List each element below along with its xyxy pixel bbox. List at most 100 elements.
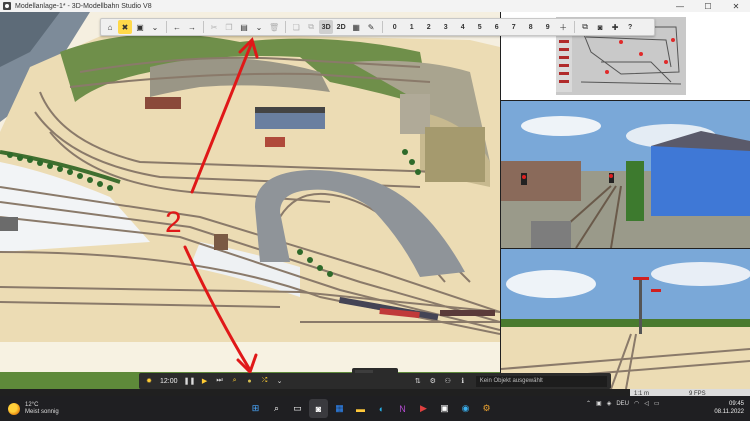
settings-button[interactable]: ⚙ bbox=[427, 375, 439, 387]
clock-date: 08.11.2022 bbox=[714, 409, 744, 415]
calendar-app-button[interactable]: ▦ bbox=[330, 399, 349, 418]
info-icon: ℹ bbox=[461, 378, 465, 385]
view-2d-button[interactable]: 2D bbox=[334, 20, 348, 34]
paste-button[interactable]: ▤ bbox=[237, 20, 251, 34]
media-icon: ▶ bbox=[420, 403, 427, 413]
settings-app-button[interactable]: ⚙ bbox=[477, 399, 496, 418]
play-button[interactable]: ▶ bbox=[199, 375, 211, 387]
layer-3-button[interactable]: 3 bbox=[437, 24, 454, 31]
group-icon: ⧉ bbox=[308, 22, 315, 31]
paste-menu-button[interactable]: ⌄ bbox=[252, 20, 266, 34]
add-layer-button[interactable]: ＋ bbox=[556, 20, 570, 34]
media-app-button[interactable]: ▶ bbox=[414, 399, 433, 418]
search-icon: ⌕ bbox=[273, 403, 280, 413]
snap-button[interactable]: ✎ bbox=[364, 20, 378, 34]
volume-icon[interactable]: ◁ bbox=[644, 400, 649, 407]
scissors-icon: ✂ bbox=[210, 22, 218, 32]
taskbar-clock[interactable]: 09:45 08.11.2022 bbox=[712, 400, 744, 416]
fast-forward-icon: ⏭ bbox=[216, 377, 223, 384]
info-button[interactable]: ℹ bbox=[457, 375, 469, 387]
redo-button[interactable]: → bbox=[185, 20, 199, 34]
save-menu-button[interactable]: ⌄ bbox=[148, 20, 162, 34]
title-bar[interactable]: Modellanlage-1* - 3D-Modellbahn Studio V… bbox=[0, 0, 750, 12]
events-button[interactable]: ⚇ bbox=[442, 375, 454, 387]
layer-1-button[interactable]: 1 bbox=[403, 24, 420, 31]
edge-app-button[interactable]: ◐ bbox=[372, 399, 391, 418]
save-icon: ▣ bbox=[136, 22, 144, 32]
view-3d-button[interactable]: 3D bbox=[319, 20, 334, 34]
weather-widget[interactable]: 12°C Meist sonnig bbox=[0, 402, 120, 416]
tray-shield-icon[interactable]: ◈ bbox=[607, 400, 612, 407]
cut-button[interactable]: ✂ bbox=[207, 20, 221, 34]
close-button[interactable]: ✕ bbox=[722, 0, 750, 12]
search-button[interactable]: ⌕ bbox=[229, 375, 241, 387]
camera-view-1[interactable] bbox=[501, 101, 750, 248]
layer-4-button[interactable]: 4 bbox=[454, 24, 471, 31]
properties-button[interactable]: ⇅ bbox=[412, 375, 424, 387]
undo-button[interactable]: ← bbox=[170, 20, 184, 34]
save-button[interactable]: ▣ bbox=[133, 20, 147, 34]
layer-6-button[interactable]: 6 bbox=[488, 24, 505, 31]
sun-icon bbox=[8, 402, 20, 415]
fast-forward-button[interactable]: ⏭ bbox=[214, 375, 226, 387]
modellbahn-app-button[interactable]: ◙ bbox=[309, 399, 328, 418]
layer-7-button[interactable]: 7 bbox=[505, 24, 522, 31]
toolbar-separator bbox=[574, 21, 576, 33]
sliders-icon: ⇅ bbox=[414, 378, 421, 385]
layer-2-button[interactable]: 2 bbox=[420, 24, 437, 31]
chevron-down-icon: ⌄ bbox=[276, 378, 283, 385]
pause-button[interactable]: ❚❚ bbox=[184, 375, 196, 387]
layer-9-button[interactable]: 9 bbox=[539, 24, 556, 31]
layer-8-button[interactable]: 8 bbox=[522, 24, 539, 31]
main-3d-viewport[interactable]: 2 bbox=[0, 12, 500, 389]
minimize-button[interactable]: — bbox=[666, 0, 694, 12]
selection-status: Kein Objekt ausgewählt bbox=[475, 375, 607, 387]
tray-app-icon[interactable]: ▣ bbox=[596, 400, 602, 407]
camera-button[interactable]: ◙ bbox=[593, 20, 607, 34]
layer-5-button[interactable]: 5 bbox=[471, 24, 488, 31]
language-indicator[interactable]: DEU bbox=[616, 401, 629, 407]
search-icon: ⌕ bbox=[232, 377, 237, 384]
train-app-button[interactable]: ▣ bbox=[435, 399, 454, 418]
temperature: 12°C bbox=[25, 401, 39, 408]
pause-icon: ❚❚ bbox=[183, 378, 196, 385]
windows-button[interactable]: ⧉ bbox=[578, 20, 592, 34]
redo-icon: → bbox=[188, 22, 196, 32]
chevron-down-icon: ⌄ bbox=[151, 22, 159, 32]
chevron-down-icon: ⌄ bbox=[255, 22, 263, 32]
camera-view-2[interactable] bbox=[501, 249, 750, 389]
help-button[interactable]: ? bbox=[623, 20, 637, 34]
home-button[interactable]: ⌂ bbox=[103, 20, 117, 34]
taskbar-apps: ⊞ ⌕ ▭ ◙ ▦ ▬ ◐ N ▶ ▣ ◉ ⚙ bbox=[246, 399, 498, 418]
copy-button[interactable]: ❐ bbox=[222, 20, 236, 34]
plugins-button[interactable]: ✚ bbox=[608, 20, 622, 34]
objects-button[interactable]: ● bbox=[244, 375, 256, 387]
maximize-button[interactable]: ☐ bbox=[694, 0, 722, 12]
tools-button[interactable]: ✖ bbox=[118, 20, 132, 34]
explorer-app-button[interactable]: ▬ bbox=[351, 399, 370, 418]
start-button[interactable]: ⊞ bbox=[246, 399, 265, 418]
calendar-icon: ▦ bbox=[335, 403, 344, 413]
layer-0-button[interactable]: 0 bbox=[386, 24, 403, 31]
wifi-icon[interactable]: ◠ bbox=[634, 400, 639, 407]
grid-icon: ▦ bbox=[352, 22, 360, 32]
tray-chevron-up-icon[interactable]: ⌃ bbox=[586, 400, 591, 407]
search-taskbar-button[interactable]: ⌕ bbox=[267, 399, 286, 418]
task-view-button[interactable]: ▭ bbox=[288, 399, 307, 418]
group-button[interactable]: ⧉ bbox=[304, 20, 318, 34]
camera-icon: ◙ bbox=[597, 22, 603, 32]
daytime-button[interactable]: ✹ bbox=[143, 375, 155, 387]
camera-scene-2 bbox=[501, 249, 750, 389]
duplicate-button[interactable]: ❏ bbox=[289, 20, 303, 34]
delete-button[interactable]: 🗑 bbox=[267, 20, 281, 34]
switches-button[interactable]: ⤮ bbox=[259, 375, 271, 387]
switches-menu-button[interactable]: ⌄ bbox=[274, 375, 286, 387]
gear-icon: ⚙ bbox=[482, 403, 491, 413]
copy-icon: ❐ bbox=[225, 22, 233, 32]
toolbar-separator bbox=[166, 21, 167, 33]
browser-app-button[interactable]: ◉ bbox=[456, 399, 475, 418]
onenote-app-button[interactable]: N bbox=[393, 399, 412, 418]
battery-icon[interactable]: ▭ bbox=[654, 400, 660, 407]
grid-button[interactable]: ▦ bbox=[349, 20, 363, 34]
pencil-icon: ✎ bbox=[367, 22, 375, 32]
